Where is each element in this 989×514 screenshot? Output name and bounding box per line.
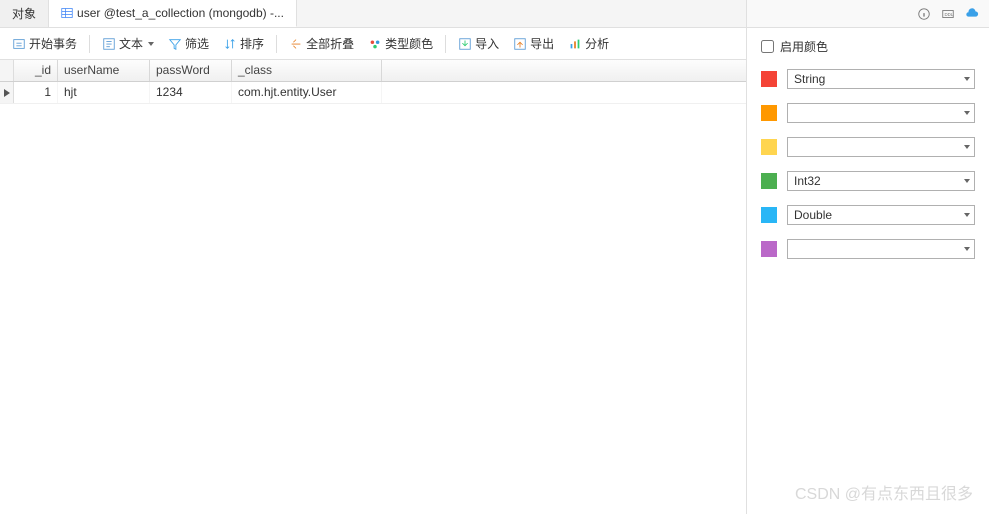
sort-button[interactable]: 排序 (217, 32, 270, 55)
cell-class[interactable]: com.hjt.entity.User (232, 82, 382, 103)
color-type-select[interactable] (787, 239, 975, 259)
color-type-label: Int32 (794, 174, 821, 188)
chevron-down-icon (964, 111, 970, 115)
chevron-down-icon (964, 77, 970, 81)
tab-bar: 对象 user @test_a_collection (mongodb) -..… (0, 0, 746, 28)
col-class[interactable]: _class (232, 60, 382, 81)
color-row (761, 137, 975, 157)
chevron-down-icon (964, 145, 970, 149)
cloud-icon[interactable] (965, 7, 979, 21)
color-row: Int32 (761, 171, 975, 191)
col-password[interactable]: passWord (150, 60, 232, 81)
import-button[interactable]: 导入 (452, 32, 505, 55)
color-swatch (761, 105, 777, 121)
ddl-icon[interactable]: DDL (941, 7, 955, 21)
filter-button[interactable]: 筛选 (162, 32, 215, 55)
enable-color-checkbox[interactable]: 启用颜色 (761, 38, 975, 55)
data-grid: _id userName passWord _class 1 hjt 1234 … (0, 60, 746, 514)
export-button[interactable]: 导出 (507, 32, 560, 55)
filter-icon (168, 37, 182, 51)
color-type-select[interactable]: Int32 (787, 171, 975, 191)
palette-icon (368, 37, 382, 51)
color-row (761, 103, 975, 123)
info-icon[interactable] (917, 7, 931, 21)
chevron-down-icon (964, 179, 970, 183)
export-icon (513, 37, 527, 51)
begin-transaction-button[interactable]: 开始事务 (6, 32, 83, 55)
color-row: String (761, 69, 975, 89)
tab-objects[interactable]: 对象 (0, 0, 49, 27)
color-swatch (761, 173, 777, 189)
side-toolbar: DDL (747, 0, 989, 28)
separator (276, 35, 277, 53)
color-row: Double (761, 205, 975, 225)
color-type-select[interactable] (787, 137, 975, 157)
import-icon (458, 37, 472, 51)
table-row[interactable]: 1 hjt 1234 com.hjt.entity.User (0, 82, 746, 104)
toolbar: 开始事务 文本 筛选 排序 全部折叠 类型颜 (0, 28, 746, 60)
color-row (761, 239, 975, 259)
color-type-select[interactable]: Double (787, 205, 975, 225)
text-icon (102, 37, 116, 51)
row-marker (0, 82, 14, 103)
cell-password[interactable]: 1234 (150, 82, 232, 103)
analyze-button[interactable]: 分析 (562, 32, 615, 55)
col-username[interactable]: userName (58, 60, 150, 81)
collapse-all-button[interactable]: 全部折叠 (283, 32, 360, 55)
cell-username[interactable]: hjt (58, 82, 150, 103)
color-swatch (761, 207, 777, 223)
grid-header: _id userName passWord _class (0, 60, 746, 82)
chevron-down-icon (964, 247, 970, 251)
cell-id[interactable]: 1 (14, 82, 58, 103)
transaction-icon (12, 37, 26, 51)
color-swatch (761, 71, 777, 87)
color-type-select[interactable] (787, 103, 975, 123)
tab-label: user @test_a_collection (mongodb) -... (77, 6, 284, 20)
separator (445, 35, 446, 53)
color-swatch (761, 241, 777, 257)
text-button[interactable]: 文本 (96, 32, 160, 55)
color-type-label: Double (794, 208, 832, 222)
table-icon (61, 7, 73, 19)
tab-collection[interactable]: user @test_a_collection (mongodb) -... (49, 0, 297, 27)
svg-text:DDL: DDL (945, 11, 954, 16)
enable-color-input[interactable] (761, 40, 774, 53)
row-marker-header (0, 60, 14, 81)
col-id[interactable]: _id (14, 60, 58, 81)
color-type-select[interactable]: String (787, 69, 975, 89)
color-swatch (761, 139, 777, 155)
type-color-button[interactable]: 类型颜色 (362, 32, 439, 55)
sort-icon (223, 37, 237, 51)
collapse-icon (289, 37, 303, 51)
chevron-down-icon (148, 42, 154, 46)
color-type-label: String (794, 72, 825, 86)
tab-label: 对象 (12, 5, 36, 22)
chart-icon (568, 37, 582, 51)
separator (89, 35, 90, 53)
chevron-down-icon (964, 213, 970, 217)
